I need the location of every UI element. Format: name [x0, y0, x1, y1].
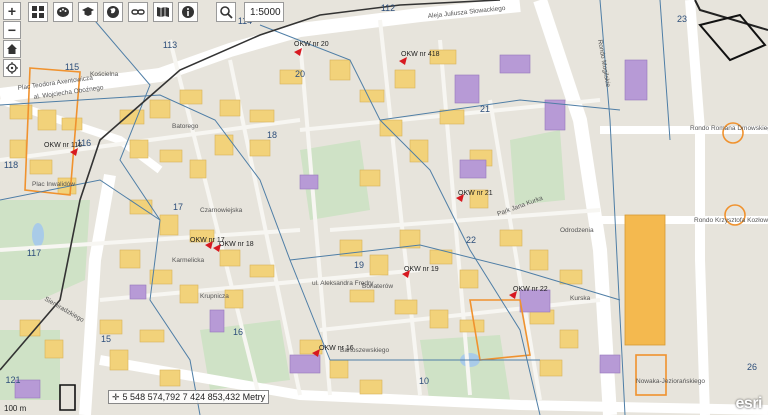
map-canvas[interactable]: 112 114 113 115 20 21 23 18 116 118 17 2… — [0, 0, 768, 415]
esri-logo: esri — [735, 395, 763, 412]
locate-icon — [6, 62, 18, 74]
street-label: Plac Inwalidów — [32, 181, 75, 188]
search-button[interactable] — [216, 2, 236, 22]
district-number: 113 — [163, 40, 177, 50]
home-icon — [7, 44, 17, 54]
district-number: 17 — [173, 202, 183, 212]
scale-bar-label: 100 m — [4, 404, 27, 413]
district-number: 15 — [101, 334, 111, 344]
street-label: Rondo Romana Dmowskiego — [690, 125, 768, 132]
district-number: 10 — [419, 376, 429, 386]
svg-text:OKW nr 19: OKW nr 19 — [404, 266, 439, 273]
zoom-in-button[interactable]: + — [3, 2, 21, 20]
scale-value: 1:5000 — [250, 6, 281, 18]
zoom-out-button[interactable]: − — [3, 21, 21, 39]
district-number: 118 — [4, 160, 18, 170]
district-number: 18 — [267, 130, 277, 140]
district-number: 21 — [480, 104, 490, 114]
street-label: Odrodzenia — [560, 227, 594, 234]
street-label: Kościelna — [90, 71, 119, 78]
scale-bar: 100 m — [4, 404, 26, 413]
district-number: 20 — [295, 69, 305, 79]
info-icon — [182, 6, 194, 18]
district-number: 23 — [677, 14, 687, 24]
globe-button[interactable] — [103, 2, 123, 22]
street-label: Karmelicka — [172, 257, 205, 264]
street-label: Kurska — [570, 295, 591, 302]
district-number: 16 — [233, 327, 243, 337]
scale-select[interactable]: 1:5000 — [244, 2, 284, 22]
link-icon — [131, 9, 145, 15]
street-label: Bohaterów — [362, 283, 393, 290]
street-label: Nowaka-Jeziorańskiego — [636, 378, 705, 385]
district-number: 22 — [466, 235, 476, 245]
street-label: Czarnowiejska — [200, 207, 243, 214]
street-label: Bartoszewskiego — [340, 347, 390, 354]
svg-text:OKW nr 22: OKW nr 22 — [513, 286, 548, 293]
coordinate-readout: ✛ 5 548 574,792 7 424 853,432 Metry — [108, 390, 270, 404]
grid-icon — [32, 6, 44, 18]
book-button[interactable] — [153, 2, 173, 22]
svg-text:OKW nr 18: OKW nr 18 — [219, 241, 254, 248]
search-icon — [220, 6, 233, 19]
district-number: 117 — [27, 248, 41, 258]
street-label: Krupnicza — [200, 293, 229, 300]
svg-text:OKW nr 116: OKW nr 116 — [44, 142, 82, 149]
coordinate-text: 5 548 574,792 7 424 853,432 Metry — [122, 392, 266, 402]
street-label: Batorego — [172, 123, 199, 130]
district-number: 112 — [381, 3, 395, 13]
svg-text:OKW nr 20: OKW nr 20 — [294, 41, 329, 48]
district-number: 19 — [354, 260, 364, 270]
layers-grid-button[interactable] — [28, 2, 48, 22]
map-book-icon — [157, 7, 169, 17]
district-number: 26 — [747, 362, 757, 372]
education-button[interactable] — [78, 2, 98, 22]
locate-button[interactable] — [3, 59, 21, 77]
district-number: 115 — [65, 62, 79, 72]
palette-button[interactable] — [53, 2, 73, 22]
info-button[interactable] — [178, 2, 198, 22]
globe-icon — [107, 6, 119, 18]
home-button[interactable] — [3, 40, 21, 58]
district-number: 121 — [5, 375, 20, 385]
street-label: Rondo Krzysztofa Kozłowskiego — [694, 217, 768, 224]
crosshair-icon: ✛ — [112, 391, 120, 402]
svg-text:OKW nr 21: OKW nr 21 — [458, 190, 493, 197]
link-button[interactable] — [128, 2, 148, 22]
svg-text:OKW nr 418: OKW nr 418 — [401, 51, 440, 58]
graduation-cap-icon — [82, 7, 94, 16]
palette-icon — [57, 7, 69, 17]
